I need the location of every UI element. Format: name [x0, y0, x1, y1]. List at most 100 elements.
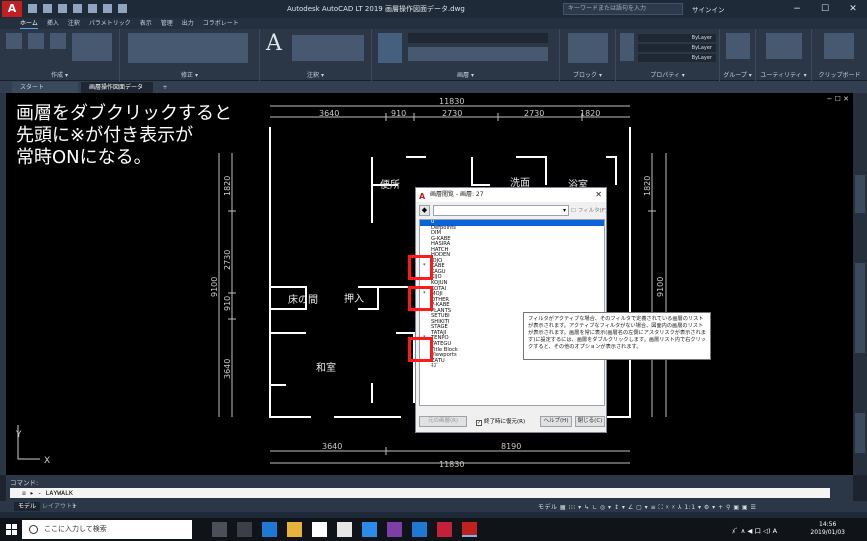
- app-icon-blue[interactable]: [362, 522, 377, 537]
- room-washitsu: 和室: [316, 361, 336, 374]
- restore-button[interactable]: 元の画層(R): [419, 416, 467, 427]
- panel-clipboard[interactable]: クリップボード: [812, 29, 867, 81]
- clock[interactable]: 14:56 2019/01/03: [810, 521, 845, 537]
- restore-on-exit-checkbox[interactable]: ✓ 終了時に復元(R): [476, 417, 525, 426]
- layer-list-item[interactable]: ﾈｽﾞ: [420, 363, 604, 370]
- restore-on-exit-label: 終了時に復元(R): [484, 419, 526, 425]
- filter-icon[interactable]: ◆: [419, 205, 430, 216]
- dim-top-d: 2730: [524, 109, 544, 118]
- tab-view[interactable]: 表示: [140, 18, 152, 29]
- dialog-buttons: 元の画層(R) ✓ 終了時に復元(R) ヘルプ(H) 閉じる(C): [419, 416, 605, 428]
- edge-icon[interactable]: [262, 522, 277, 537]
- panel-draw-label: 作成 ▾: [51, 72, 68, 79]
- filter-checkbox-label: フィルタ(F): [577, 208, 608, 214]
- ribbon-tabs: ホーム 挿入 注釈 パラメトリック 表示 管理 出力 コラボレート: [0, 18, 867, 29]
- save-icon[interactable]: [58, 4, 67, 13]
- layer-properties-palette-tab[interactable]: [855, 263, 865, 353]
- close-button[interactable]: 閉じる(C): [575, 416, 605, 427]
- dim-right-a: 1820: [643, 176, 652, 196]
- window-title: Autodesk AutoCAD LT 2019 画層操作図面データ.dwg: [287, 5, 465, 13]
- highlight-box-kabe: [408, 255, 433, 280]
- clock-date: 2019/01/03: [810, 529, 845, 536]
- viewport-window-controls[interactable]: − ☐ ✕: [827, 95, 849, 103]
- app-icon-red[interactable]: [437, 522, 452, 537]
- save-as-icon[interactable]: [73, 4, 82, 13]
- file-tab-document[interactable]: 画層操作図面データ*: [81, 82, 153, 102]
- panel-block[interactable]: ブロック ▾: [560, 29, 616, 81]
- text-a-icon[interactable]: A: [266, 31, 282, 56]
- dim-top-b: 910: [391, 109, 406, 118]
- layout-tab-model[interactable]: モデル: [14, 502, 41, 511]
- store-icon[interactable]: [337, 522, 352, 537]
- panel-block-label: ブロック ▾: [573, 72, 602, 79]
- panel-utilities[interactable]: ユーティリティ ▾: [756, 29, 812, 81]
- highlight-box-tenpo: [408, 337, 433, 362]
- panel-layers[interactable]: 画層 ▾: [372, 29, 560, 81]
- open-icon[interactable]: [43, 4, 52, 13]
- panel-groups[interactable]: グループ ▾: [720, 29, 756, 81]
- ribbon: 作成 ▾ 修正 ▾ A 注釈 ▾ 画層 ▾ ブロック ▾ ByLayer ByL…: [0, 29, 867, 81]
- app-logo[interactable]: A: [2, 1, 22, 17]
- new-tab-button[interactable]: +: [158, 82, 172, 93]
- redo-icon[interactable]: [118, 4, 127, 13]
- tab-manage[interactable]: 管理: [161, 18, 173, 29]
- help-search-input[interactable]: キーワードまたは語句を入力: [563, 3, 683, 15]
- new-icon[interactable]: [28, 4, 37, 13]
- command-history: コマンド:: [10, 479, 39, 487]
- dialog-close-icon[interactable]: ✕: [595, 188, 602, 202]
- system-tray[interactable]: ﾒﾞ ∧ ◀ 口 ◁) A: [732, 525, 777, 535]
- microphone-icon[interactable]: [212, 522, 227, 537]
- minimize-button[interactable]: −: [783, 0, 811, 18]
- close-window-button[interactable]: ✕: [839, 0, 867, 18]
- panel-draw[interactable]: 作成 ▾: [0, 29, 120, 81]
- print-icon[interactable]: [88, 4, 97, 13]
- bylayer-linetype-select[interactable]: ByLayer: [638, 54, 716, 62]
- tab-insert[interactable]: 挿入: [47, 18, 59, 29]
- autocad-taskbar-icon[interactable]: [462, 522, 477, 537]
- tab-output[interactable]: 出力: [182, 18, 194, 29]
- filter-row: ◆ ▾ ☐ フィルタ(F): [419, 205, 607, 217]
- app-icon-purple[interactable]: [387, 522, 402, 537]
- mail-icon[interactable]: [312, 522, 327, 537]
- task-view-icon[interactable]: [237, 522, 252, 537]
- ie-icon[interactable]: [412, 522, 427, 537]
- panel-properties[interactable]: ByLayer ByLayer ByLayer プロパティ ▾: [616, 29, 720, 81]
- panel-modify-label: 修正 ▾: [181, 72, 198, 79]
- file-tab-start[interactable]: スタート: [12, 82, 78, 93]
- checkbox-check-icon: ✓: [476, 420, 482, 426]
- dim-right-b: 9100: [656, 277, 665, 297]
- sign-in-button[interactable]: サインイン: [692, 4, 725, 14]
- command-prefix-icon: ☒ ▸: [22, 489, 34, 497]
- properties-palette-tab[interactable]: [855, 175, 865, 213]
- explorer-icon[interactable]: [287, 522, 302, 537]
- panel-properties-label: プロパティ ▾: [650, 72, 685, 79]
- panel-layers-label: 画層 ▾: [457, 72, 474, 79]
- tab-annotate[interactable]: 注釈: [68, 18, 80, 29]
- windows-taskbar: ここに入力して検索 ﾒﾞ ∧ ◀ 口 ◁) A 14:56 2019/01/03: [0, 518, 867, 541]
- status-bar-tools[interactable]: モデル ▦ ⁝⁝⁝ ▾ ↳ ∟ ◎ ▾ ↕ ▾ ∠ ▢ ▾ ≡ ⛶ ☓ ☓ ⅄ …: [538, 502, 756, 512]
- command-input[interactable]: ☒ ▸ - LAYWALK: [10, 488, 830, 498]
- tab-collaborate[interactable]: コラボレート: [203, 18, 239, 29]
- dim-bottom-a: 3640: [322, 442, 342, 451]
- highlight-box-moji: [408, 286, 433, 311]
- filter-checkbox[interactable]: ☐ フィルタ(F): [571, 206, 607, 214]
- help-button[interactable]: ヘルプ(H): [540, 416, 572, 427]
- undo-icon[interactable]: [103, 4, 112, 13]
- command-line: コマンド: ☒ ▸ - LAYWALK: [6, 475, 853, 501]
- bylayer-lineweight-select[interactable]: ByLayer: [638, 44, 716, 52]
- bylayer-color-select[interactable]: ByLayer: [638, 34, 716, 42]
- taskbar-search-input[interactable]: ここに入力して検索: [22, 520, 192, 539]
- add-layout-button[interactable]: +: [68, 502, 81, 511]
- cortana-circle-icon: [29, 525, 38, 534]
- tool-palette-tab[interactable]: [855, 413, 865, 453]
- maximize-button[interactable]: ☐: [811, 0, 839, 18]
- filter-select[interactable]: ▾: [433, 205, 569, 216]
- dim-bottom-total: 11830: [439, 460, 464, 469]
- tab-parametric[interactable]: パラメトリック: [89, 18, 131, 29]
- windows-start-icon[interactable]: [6, 524, 18, 536]
- dim-left-b: 2730: [223, 250, 232, 270]
- tab-home[interactable]: ホーム: [20, 18, 38, 29]
- panel-modify[interactable]: 修正 ▾: [120, 29, 260, 81]
- panel-annotation[interactable]: A 注釈 ▾: [260, 29, 372, 81]
- clock-time: 14:56: [819, 521, 837, 528]
